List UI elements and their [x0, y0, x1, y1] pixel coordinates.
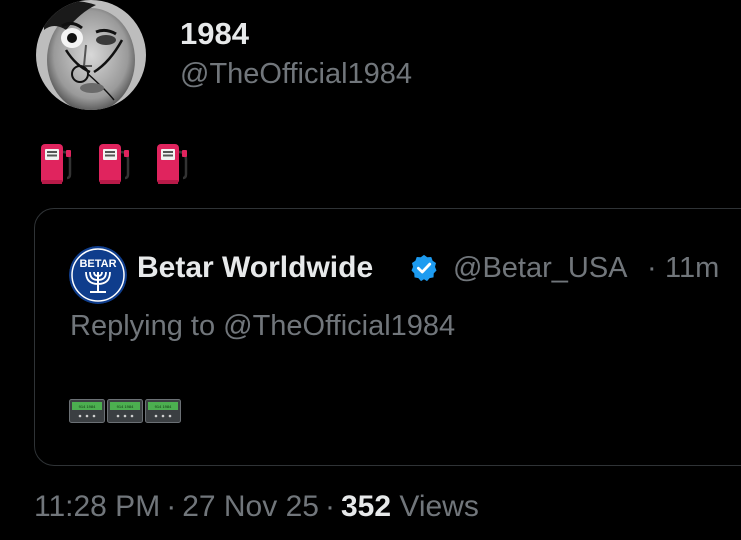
betar-logo-icon: BETAR [69, 246, 127, 304]
tweet: 1984 @TheOfficial1984 BETAR Betar Worldw… [0, 0, 741, 540]
quote-text: 914 1984 914 1984 914 1984 [69, 399, 181, 423]
pager-display-text: 914 1984 [79, 404, 96, 409]
fuel-pump-icon [41, 144, 72, 184]
tweet-metadata: 11:28 PM · 27 Nov 25 · 352 Views [34, 487, 479, 527]
quote-timestamp[interactable]: 11m [665, 249, 719, 287]
separator-dot: · [324, 490, 335, 523]
pager-icon: 914 1984 [145, 399, 181, 423]
quoted-tweet[interactable]: BETAR Betar Worldwide @Betar_USA · 11m R… [34, 208, 741, 466]
quote-author-avatar[interactable]: BETAR [69, 246, 127, 304]
pager-icon: 914 1984 [107, 399, 143, 423]
fuel-pump-icon [99, 144, 130, 184]
betar-logo-text: BETAR [79, 258, 116, 270]
fuel-pump-icon [157, 144, 188, 184]
post-date[interactable]: 27 Nov 25 [182, 490, 319, 523]
views-label: Views [399, 490, 479, 523]
verified-badge-icon [411, 254, 437, 282]
author-name[interactable]: 1984 [180, 14, 249, 54]
replying-to-text[interactable]: Replying to @TheOfficial1984 [70, 307, 455, 345]
pager-display-text: 914 1984 [155, 404, 172, 409]
author-avatar[interactable] [36, 0, 146, 110]
pager-icon: 914 1984 [69, 399, 105, 423]
separator-dot: · [647, 252, 657, 284]
views-count: 352 [340, 490, 392, 523]
pager-display-text: 914 1984 [117, 404, 134, 409]
author-handle[interactable]: @TheOfficial1984 [180, 56, 412, 92]
quote-author-name[interactable]: Betar Worldwide [137, 249, 373, 287]
avatar-portrait-icon [36, 0, 146, 110]
separator-dot: · [166, 490, 177, 523]
post-text [39, 142, 192, 186]
post-time[interactable]: 11:28 PM [34, 490, 160, 523]
quote-author-handle[interactable]: @Betar_USA [453, 249, 628, 287]
